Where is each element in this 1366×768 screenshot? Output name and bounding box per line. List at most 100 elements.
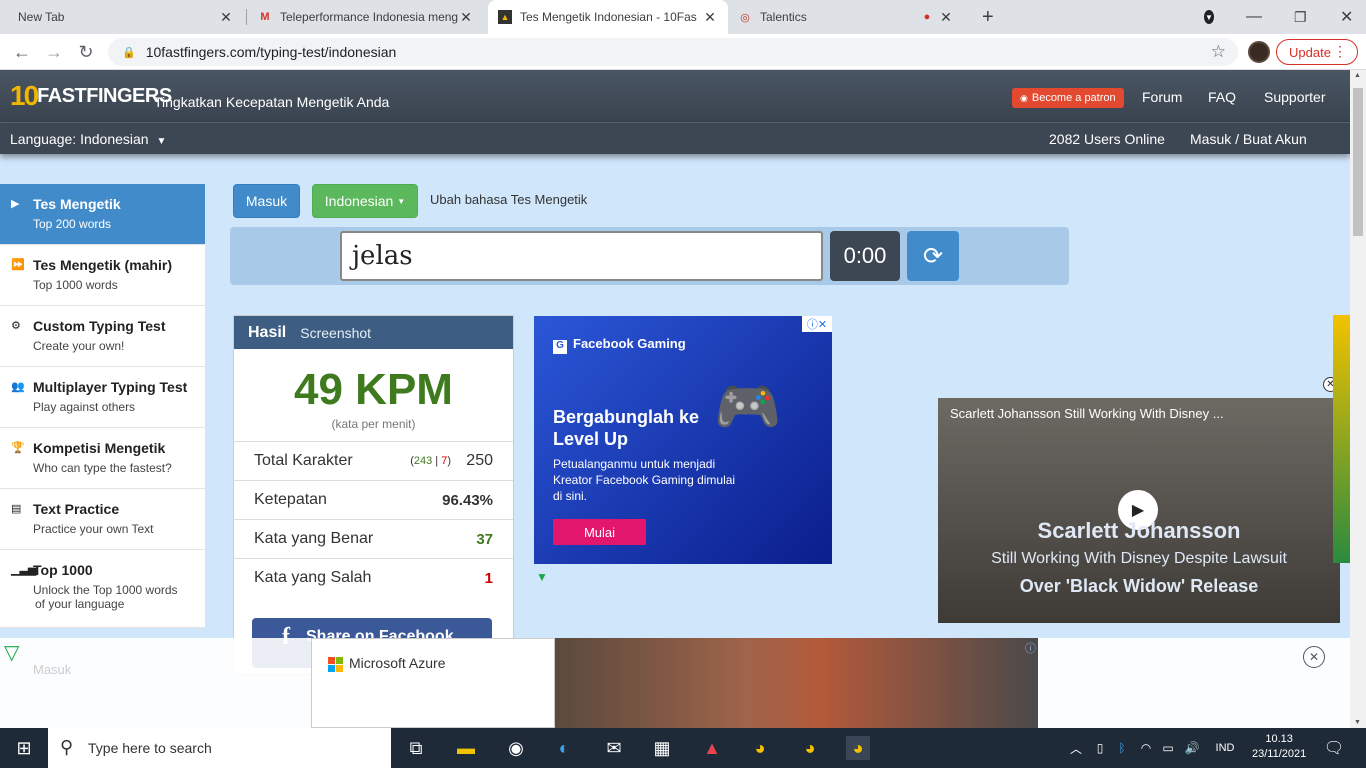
notification-icon[interactable]: 🗨 (1322, 736, 1346, 760)
ad-photo[interactable]: ⓘ (555, 638, 1038, 728)
banner-close-icon[interactable]: ✕ (1303, 646, 1325, 668)
scroll-up-icon[interactable]: ▲ (1354, 72, 1361, 79)
ad-facebook-gaming[interactable]: G Facebook Gaming Bergabunglah ke Level U… (534, 316, 832, 564)
close-icon[interactable]: ✕ (702, 9, 718, 26)
back-button[interactable]: ← (10, 40, 34, 64)
tab-typing-test[interactable]: ▲ Tes Mengetik Indonesian - 10Fas ✕ (488, 0, 728, 34)
forward-button[interactable]: → (42, 40, 66, 64)
site-favicon-icon: ▲ (498, 10, 512, 24)
close-icon[interactable]: ✕ (458, 9, 474, 26)
tab-hasil[interactable]: Hasil (248, 324, 286, 342)
search-icon: ⚲ (60, 737, 74, 757)
scrollbar[interactable]: ▲ ▼ (1350, 70, 1366, 728)
sidebar-item-top-1000[interactable]: ▁▃▅ Top 1000 Unlock the Top 1000 words o… (0, 550, 205, 628)
mail-icon[interactable]: ✉ (602, 736, 626, 760)
sidebar-item-title: Custom Typing Test (33, 318, 166, 334)
obs-icon[interactable]: ◉ (504, 736, 528, 760)
restore-icon: ❐ (1294, 8, 1307, 25)
new-tab-button[interactable]: + (972, 0, 1002, 34)
become-patron-button[interactable]: ◉ Become a patron (1012, 88, 1124, 108)
volume-icon[interactable]: 🔊 (1180, 736, 1204, 760)
more-icon: ⋮ (1333, 43, 1347, 59)
sidebar-item-kompetisi[interactable]: 🏆 Kompetisi Mengetik Who can type the fa… (0, 428, 205, 489)
video-caption-1: Scarlett Johansson (1037, 518, 1241, 543)
sidebar-item-text-practice[interactable]: ▤ Text Practice Practice your own Text (0, 489, 205, 550)
masuk-button[interactable]: Masuk (233, 184, 300, 218)
ad-close-icon[interactable]: ⓘ✕ (802, 316, 832, 332)
close-icon[interactable]: ✕ (938, 9, 954, 26)
restart-button[interactable]: ⟳ (907, 231, 959, 281)
chrome-active-icon[interactable]: ◕ (846, 736, 870, 760)
battery-icon[interactable]: ▭ (1156, 736, 1180, 760)
azure-ad[interactable]: Microsoft Azure (311, 638, 555, 728)
tray-device-icon[interactable]: ▯ (1088, 736, 1112, 760)
taskbar-search[interactable]: ⚲ Type here to search (48, 728, 391, 768)
minimize-button[interactable]: — (1236, 0, 1266, 34)
tab-gmail[interactable]: M Teleperformance Indonesia meng ✕ (248, 0, 484, 34)
site-logo[interactable]: 10 FASTFINGERS (10, 78, 172, 114)
patron-label: Become a patron (1031, 92, 1116, 104)
sidebar-item-sub: Who can type the fastest? (33, 461, 172, 475)
store-icon[interactable]: ▦ (650, 736, 674, 760)
facebook-gaming-icon: G (553, 340, 567, 354)
login-register-link[interactable]: Masuk / Buat Akun (1190, 131, 1307, 147)
ad-brand: G Facebook Gaming (553, 336, 686, 354)
sidebar-item-title: Kompetisi Mengetik (33, 440, 166, 456)
nav-forum[interactable]: Forum (1142, 89, 1182, 105)
nav-faq[interactable]: FAQ (1208, 89, 1236, 105)
ad-body: Petualanganmu untuk menjadi Kreator Face… (553, 457, 736, 503)
wifi-icon[interactable]: ◠ (1134, 736, 1158, 760)
sidebar-item-tes-mengetik[interactable]: ▶ Tes Mengetik Top 200 words (0, 184, 205, 245)
taskbar-clock[interactable]: 10.13 23/11/2021 (1252, 732, 1306, 762)
site-header: 10 FASTFINGERS Tingkatkan Kecepatan Meng… (0, 70, 1350, 122)
result-row-kata-salah: Kata yang Salah 1 (234, 558, 513, 597)
anydesk-icon[interactable]: ▲ (700, 736, 724, 760)
sidebar-item-sub: Unlock the Top 1000 words (33, 583, 178, 597)
sidebar-item-sub: Practice your own Text (33, 522, 154, 536)
sidebar-item-sub2: of your language (35, 597, 125, 611)
close-icon[interactable]: ✕ (218, 9, 234, 26)
chrome-profile-icon[interactable]: ◕ (798, 736, 822, 760)
windows-taskbar: ⊞ ⚲ Type here to search ⧉ ▬ ◉ ◐ ✉ ▦ ▲ ◕ … (0, 728, 1366, 768)
chrome-icon[interactable]: ◕ (748, 736, 772, 760)
freestar-icon: ▽ (4, 642, 20, 664)
sidebar-item-tes-mengetik-mahir[interactable]: ⏩ Tes Mengetik (mahir) Top 1000 words (0, 245, 205, 306)
video-player[interactable]: Scarlett Johansson Still Working With Di… (938, 398, 1340, 623)
input-language[interactable]: IND (1210, 736, 1240, 760)
windows-start-icon[interactable]: ⊞ (12, 736, 36, 760)
address-bar[interactable]: 🔒 10fastfingers.com/typing-test/indonesi… (108, 38, 1238, 66)
restore-button[interactable]: ❐ (1284, 0, 1314, 34)
tab-talentics[interactable]: ◎ Talentics ● ✕ (728, 0, 964, 34)
arrow-left-icon: ← (13, 41, 31, 62)
edge-icon[interactable]: ◐ (552, 736, 576, 760)
tab-search-button[interactable]: ▼ (1194, 0, 1224, 34)
language-selector[interactable]: Language: Indonesian ▼ (10, 131, 166, 147)
nav-supporter[interactable]: Supporter (1264, 89, 1325, 105)
tab-divider (246, 9, 247, 25)
scrollbar-thumb[interactable] (1353, 88, 1363, 236)
language-dropdown[interactable]: Indonesian ▼ (312, 184, 418, 218)
sidebar-item-custom-typing-test[interactable]: ⚙ Custom Typing Test Create your own! (0, 306, 205, 367)
freestar-icon: ▼ (536, 570, 548, 584)
trophy-icon: 🏆 (11, 442, 25, 454)
tab-screenshot[interactable]: Screenshot (300, 325, 371, 341)
sidebar-item-multiplayer[interactable]: 👥 Multiplayer Typing Test Play against o… (0, 367, 205, 428)
tab-new-tab[interactable]: New Tab ✕ (8, 0, 244, 34)
update-button[interactable]: Update ⋮ (1276, 39, 1358, 65)
reload-button[interactable]: ↻ (74, 40, 98, 64)
file-explorer-icon[interactable]: ▬ (454, 736, 478, 760)
avatar[interactable] (1248, 41, 1270, 63)
adchoices-icon[interactable]: ⓘ (1025, 640, 1036, 656)
change-language-text: Ubah bahasa Tes Mengetik (430, 192, 588, 207)
bluetooth-icon[interactable]: ᛒ (1110, 736, 1134, 760)
browser-tab-strip: New Tab ✕ M Teleperformance Indonesia me… (0, 0, 1366, 34)
sidebar-faded-masuk: Masuk (33, 662, 72, 677)
window-close-button[interactable]: ✕ (1330, 0, 1360, 34)
typing-input[interactable]: jelas (340, 231, 823, 281)
star-icon[interactable]: ☆ (1211, 42, 1226, 62)
task-view-icon[interactable]: ⧉ (404, 736, 428, 760)
result-value: 96.43% (442, 491, 493, 509)
scroll-down-icon[interactable]: ▼ (1354, 719, 1361, 726)
tray-chevron-up-icon[interactable]: ︿ (1064, 736, 1088, 760)
ad-cta-button[interactable]: Mulai (553, 519, 646, 545)
